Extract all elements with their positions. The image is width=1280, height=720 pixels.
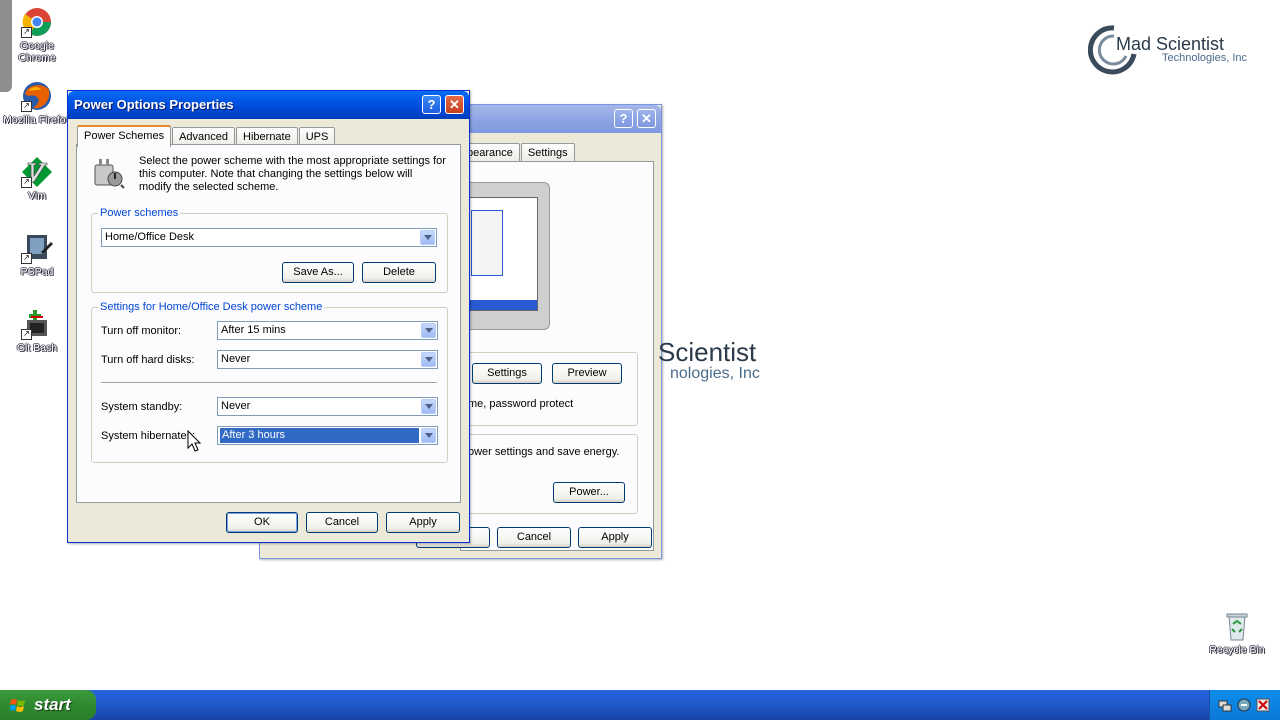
standby-label: System standby: — [101, 401, 183, 413]
chevron-down-icon[interactable] — [421, 399, 436, 414]
desktop-icon-label: Vim — [28, 190, 46, 202]
chrome-icon: ↗ — [21, 6, 53, 38]
standby-timeout-select[interactable]: Never — [217, 397, 438, 416]
display-help-button[interactable]: ? — [614, 109, 633, 128]
power-schemes-description: Select the power scheme with the most ap… — [139, 155, 446, 193]
chevron-down-icon[interactable] — [420, 230, 435, 245]
chevron-down-icon[interactable] — [421, 352, 436, 367]
safely-remove-icon[interactable] — [1237, 698, 1251, 712]
power-schemes-legend: Power schemes — [98, 207, 181, 219]
mouse-cursor-icon — [187, 429, 203, 454]
screensaver-preview-button[interactable]: Preview — [552, 363, 622, 384]
logo-subtitle: Technologies, Inc — [1162, 52, 1247, 64]
wallpaper-logo-subtitle: nologies, Inc — [670, 365, 760, 382]
hard-disks-timeout-value: Never — [221, 353, 251, 365]
hard-disks-timeout-select[interactable]: Never — [217, 350, 438, 369]
power-titlebar[interactable]: Power Options Properties ? ✕ — [68, 91, 469, 119]
hibernate-label: System hibernates: — [101, 430, 196, 442]
desktop-icon-firefox[interactable]: ↗ Mozilla Firefox — [0, 80, 74, 126]
delete-button[interactable]: Delete — [362, 262, 436, 283]
start-button[interactable]: start — [0, 690, 96, 720]
chevron-down-icon[interactable] — [421, 428, 436, 443]
network-icon[interactable] — [1218, 698, 1232, 712]
desktop-icon-label: Git Bash — [16, 342, 58, 354]
screensaver-settings-button[interactable]: Settings — [472, 363, 542, 384]
power-dialog-title: Power Options Properties — [74, 97, 234, 112]
settings-divider — [101, 382, 437, 384]
scheme-settings-group: Settings for Home/Office Desk power sche… — [91, 301, 448, 463]
power-plug-icon — [91, 157, 125, 191]
system-tray — [1209, 690, 1280, 720]
scheme-settings-legend: Settings for Home/Office Desk power sche… — [98, 301, 325, 313]
wallpaper-logo-title: Scientist — [658, 337, 757, 367]
display-apply-button[interactable]: Apply — [578, 527, 652, 548]
power-schemes-group: Power schemes Home/Office Desk Save As..… — [91, 207, 448, 293]
desktop-icon-chrome[interactable]: ↗ Google Chrome — [0, 6, 74, 64]
power-scheme-select[interactable]: Home/Office Desk — [101, 228, 437, 247]
display-close-button[interactable]: ✕ — [637, 109, 656, 128]
git-bash-icon: ↗ — [21, 308, 53, 340]
power-options-dialog: Power Options Properties ? ✕ Power Schem… — [67, 90, 470, 543]
desktop-icon-label: PSPad — [20, 266, 54, 278]
mad-scientist-logo: Mad Scientist Technologies, Inc — [1088, 24, 1268, 76]
display-tabs: pearance Settings — [460, 143, 576, 162]
firefox-icon: ↗ — [21, 80, 53, 112]
display-cancel-button[interactable]: Cancel — [497, 527, 571, 548]
desktop-icon-label: Google Chrome — [18, 40, 56, 64]
apply-button[interactable]: Apply — [386, 512, 460, 533]
power-schemes-panel: Select the power scheme with the most ap… — [76, 144, 461, 503]
monitor-preview — [461, 182, 550, 330]
vim-icon: ↗ — [21, 156, 53, 188]
desktop-icon-recycle-bin[interactable]: Recycle Bin — [1200, 610, 1274, 656]
desktop-icon-vim[interactable]: ↗ Vim — [0, 156, 74, 202]
ok-button[interactable]: OK — [226, 512, 298, 533]
chevron-down-icon[interactable] — [421, 323, 436, 338]
monitor-timeout-select[interactable]: After 15 mins — [217, 321, 438, 340]
desktop-icon-pspad[interactable]: ↗ PSPad — [0, 232, 74, 278]
hibernate-timeout-select[interactable]: After 3 hours — [217, 426, 438, 445]
desktop-icon-label: Mozilla Firefox — [3, 114, 71, 126]
close-icon[interactable]: ✕ — [445, 95, 464, 114]
desktop-icon-git-bash[interactable]: ↗ Git Bash — [0, 308, 74, 354]
hard-disks-label: Turn off hard disks: — [101, 354, 195, 366]
taskbar: start — [0, 690, 1280, 720]
cancel-button[interactable]: Cancel — [306, 512, 378, 533]
monitor-label: Turn off monitor: — [101, 325, 182, 337]
tab-power-schemes[interactable]: Power Schemes — [77, 125, 172, 147]
recycle-bin-icon — [1221, 610, 1253, 642]
windows-logo-icon — [10, 699, 25, 712]
power-button[interactable]: Power... — [553, 482, 625, 503]
standby-timeout-value: Never — [221, 400, 251, 412]
power-description-text: ower settings and save energy. — [468, 446, 620, 458]
tab-display-settings[interactable]: Settings — [520, 143, 575, 162]
help-icon[interactable]: ? — [422, 95, 441, 114]
save-as-button[interactable]: Save As... — [282, 262, 354, 283]
hibernate-timeout-value: After 3 hours — [219, 427, 420, 444]
pspad-icon: ↗ — [21, 232, 53, 264]
security-center-icon[interactable] — [1256, 698, 1270, 712]
start-label: start — [34, 695, 71, 714]
screensaver-password-text: me, password protect — [468, 398, 574, 410]
desktop-icon-label: Recycle Bin — [1209, 644, 1265, 656]
monitor-timeout-value: After 15 mins — [221, 324, 286, 336]
power-scheme-value: Home/Office Desk — [105, 231, 195, 243]
